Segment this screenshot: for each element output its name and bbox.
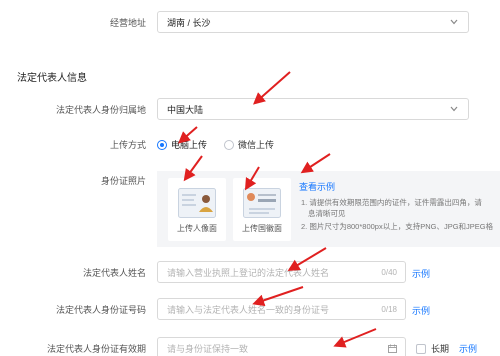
legal-id-number-placeholder: 请输入与法定代表人姓名一致的身份证号 bbox=[167, 305, 330, 315]
legal-id-number-count: 0/18 bbox=[381, 305, 397, 314]
chevron-down-icon bbox=[450, 106, 458, 112]
radio-wechat-upload[interactable] bbox=[224, 140, 234, 150]
id-region-label: 法定代表人身份归属地 bbox=[55, 105, 146, 115]
id-photo-label: 身份证照片 bbox=[100, 176, 146, 186]
legal-name-example-link[interactable]: 示例 bbox=[412, 268, 430, 280]
calendar-icon bbox=[388, 344, 397, 353]
legal-name-input[interactable]: 请输入营业执照上登记的法定代表人姓名 0/40 bbox=[157, 261, 406, 283]
id-photo-note-3: 2. 图片尺寸为800*800px以上，支持PNG、JPG和JPEG格 bbox=[301, 222, 494, 231]
legal-name-count: 0/40 bbox=[381, 268, 397, 277]
view-example-link[interactable]: 查看示例 bbox=[299, 181, 335, 193]
long-term-checkbox[interactable] bbox=[416, 344, 426, 354]
id-card-emblem-icon bbox=[243, 188, 281, 218]
legal-id-validity-input[interactable]: 请与身份证保持一致 bbox=[157, 337, 406, 356]
legal-id-number-example-link[interactable]: 示例 bbox=[412, 305, 430, 317]
legal-id-validity-example-link[interactable]: 示例 bbox=[459, 343, 477, 355]
upload-portrait-caption: 上传人像面 bbox=[177, 224, 217, 233]
id-photo-note-2: 息清晰可见 bbox=[308, 209, 346, 218]
id-card-portrait-icon bbox=[178, 188, 216, 218]
legal-name-placeholder: 请输入营业执照上登记的法定代表人姓名 bbox=[167, 268, 330, 278]
business-address-value: 湖南 / 长沙 bbox=[167, 18, 211, 28]
upload-portrait-card[interactable]: 上传人像面 bbox=[168, 178, 226, 241]
id-region-select[interactable]: 中国大陆 bbox=[157, 98, 469, 120]
radio-wechat-upload-label[interactable]: 微信上传 bbox=[238, 139, 274, 151]
legal-id-number-label: 法定代表人身份证号码 bbox=[55, 305, 146, 315]
legal-id-validity-label: 法定代表人身份证有效期 bbox=[46, 344, 146, 354]
section-title: 法定代表人信息 bbox=[17, 73, 87, 84]
legal-id-validity-placeholder: 请与身份证保持一致 bbox=[167, 344, 249, 354]
annotation-arrow bbox=[300, 153, 331, 174]
legal-name-label: 法定代表人姓名 bbox=[82, 268, 146, 278]
id-region-value: 中国大陆 bbox=[167, 105, 204, 115]
id-photo-note-1: 1. 请提供有效期限范围内的证件，证件需露出四角，请 bbox=[301, 198, 482, 207]
chevron-down-icon bbox=[450, 19, 458, 25]
legal-id-number-input[interactable]: 请输入与法定代表人姓名一致的身份证号 0/18 bbox=[157, 298, 406, 320]
upload-emblem-caption: 上传国徽面 bbox=[242, 224, 282, 233]
radio-computer-upload-label[interactable]: 电脑上传 bbox=[171, 139, 207, 151]
radio-computer-upload[interactable] bbox=[157, 140, 167, 150]
long-term-label[interactable]: 长期 bbox=[431, 343, 449, 355]
business-address-label: 经营地址 bbox=[109, 18, 146, 28]
upload-method-label: 上传方式 bbox=[109, 140, 146, 150]
upload-emblem-card[interactable]: 上传国徽面 bbox=[233, 178, 291, 241]
business-address-select[interactable]: 湖南 / 长沙 bbox=[157, 11, 469, 33]
